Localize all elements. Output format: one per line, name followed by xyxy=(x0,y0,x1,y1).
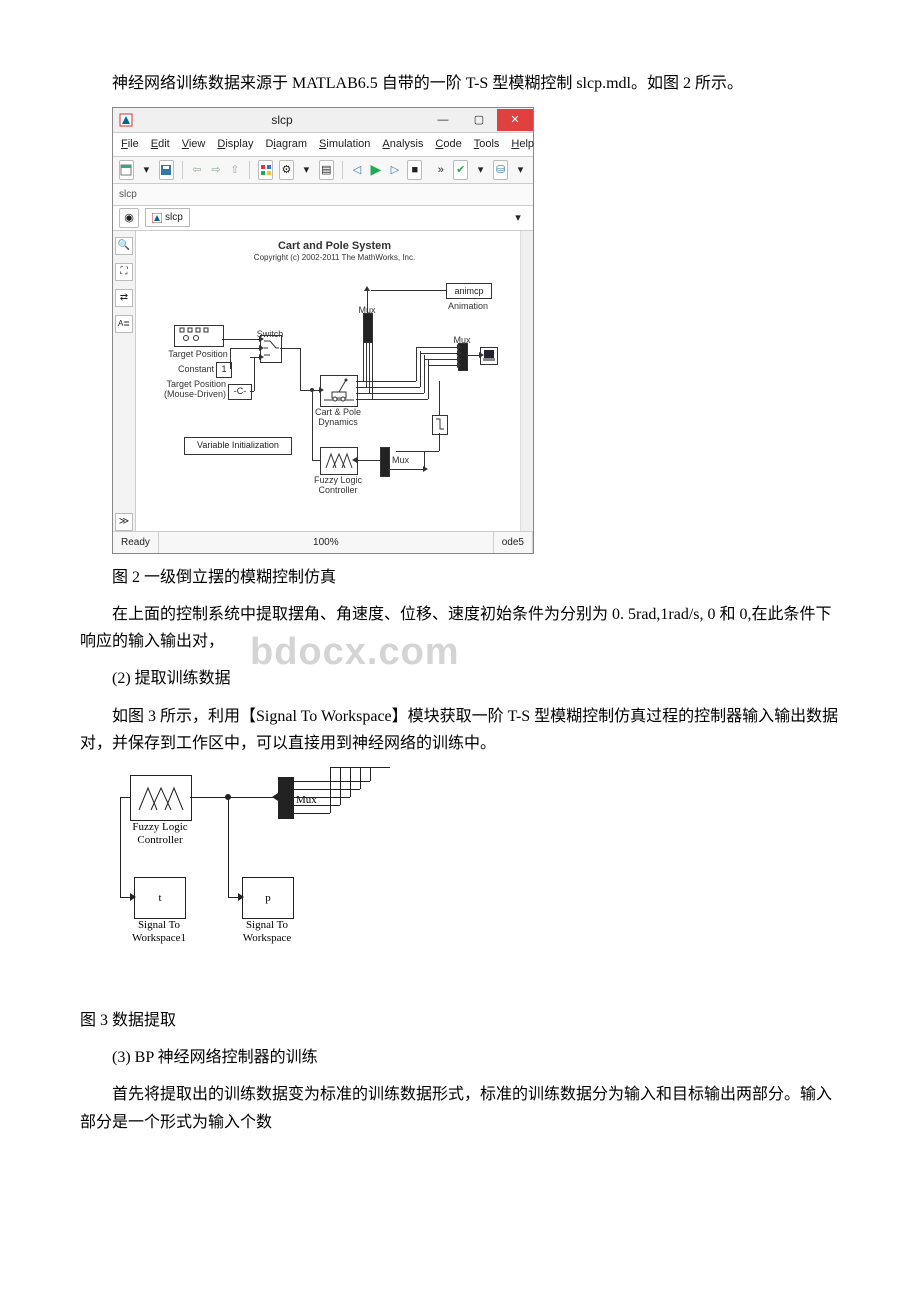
label-stw1: Signal ToWorkspace1 xyxy=(124,919,194,945)
nav-button[interactable]: ⇄ xyxy=(115,289,133,307)
expand-button[interactable]: ≫ xyxy=(115,513,133,531)
heading-2: (2) 提取训练数据 xyxy=(80,665,840,692)
paragraph-2: 在上面的控制系统中提取摆角、角速度、位移、速度初始条件为分别为 0. 5rad,… xyxy=(80,601,840,655)
step-forward-button[interactable]: ▷ xyxy=(388,161,401,179)
label-fuzzy-f3: Fuzzy LogicController xyxy=(120,821,200,847)
figure-3-caption: 图 3 数据提取 xyxy=(80,1007,840,1034)
figure-2: slcp — ▢ ✕ File Edit View Display Diagra… xyxy=(112,107,840,554)
label-switch: Switch xyxy=(252,327,288,342)
label-animation: Animation xyxy=(444,299,492,314)
menu-edit[interactable]: Edit xyxy=(151,135,170,154)
model-canvas[interactable]: Cart and Pole System Copyright (c) 2002-… xyxy=(136,231,533,531)
app-icon xyxy=(119,113,133,127)
block-mouse-pos[interactable]: -C- xyxy=(228,384,252,400)
menu-bar: File Edit View Display Diagram Simulatio… xyxy=(113,133,533,157)
path-root-button[interactable]: ◉ xyxy=(119,208,139,228)
paragraph-1: 神经网络训练数据来源于 MATLAB6.5 自带的一阶 T-S 型模糊控制 sl… xyxy=(80,70,840,97)
junction-node xyxy=(225,794,231,800)
window-title: slcp xyxy=(139,110,425,130)
breadcrumb-bar: ◉ slcp ▾ xyxy=(113,206,533,231)
figure-2-caption: 图 2 一级倒立摆的模糊控制仿真 xyxy=(80,564,840,591)
dropdown-icon[interactable]: ▾ xyxy=(514,161,527,179)
label-mux-bottom: Mux xyxy=(392,453,416,468)
block-t[interactable]: t xyxy=(134,877,186,919)
more-button[interactable]: » xyxy=(434,161,447,179)
forward-button[interactable]: ⇨ xyxy=(209,161,222,179)
window-close-button[interactable]: ✕ xyxy=(497,109,533,131)
stop-button[interactable]: ■ xyxy=(407,160,422,180)
label-constant: Constant xyxy=(170,362,214,377)
menu-code[interactable]: Code xyxy=(435,135,461,154)
fit-button[interactable]: ⛶ xyxy=(115,263,133,281)
run-button[interactable]: ▶ xyxy=(369,161,382,179)
menu-display[interactable]: Display xyxy=(217,135,253,154)
menu-help[interactable]: Help xyxy=(511,135,534,154)
menu-analysis[interactable]: Analysis xyxy=(382,135,423,154)
model-tab[interactable]: slcp xyxy=(113,184,533,206)
annotate-button[interactable]: A≣ xyxy=(115,315,133,333)
window-titlebar: slcp — ▢ ✕ xyxy=(113,108,533,133)
label-stw2: Signal ToWorkspace xyxy=(232,919,302,945)
window-minimize-button[interactable]: — xyxy=(425,109,461,131)
path-dropdown-button[interactable]: ▾ xyxy=(509,209,527,227)
block-cart-pole[interactable] xyxy=(320,375,358,407)
status-bar: Ready 100% ode5 xyxy=(113,531,533,553)
block-memory[interactable] xyxy=(432,415,448,435)
status-solver: ode5 xyxy=(494,532,533,553)
block-p[interactable]: p xyxy=(242,877,294,919)
dropdown-icon[interactable]: ▾ xyxy=(140,161,153,179)
zoom-button[interactable]: 🔍 xyxy=(115,237,133,255)
breadcrumb-item[interactable]: slcp xyxy=(145,208,190,227)
library-button[interactable] xyxy=(258,160,273,180)
menu-view[interactable]: View xyxy=(182,135,206,154)
save-button[interactable] xyxy=(159,160,174,180)
block-var-init[interactable]: Variable Initialization xyxy=(184,437,292,455)
check-button[interactable]: ✔ xyxy=(453,160,468,180)
toolbar: ▾ ⇦ ⇨ ⇧ ⚙ ▾ ▤ ◁ ▶ ▷ ■ » ✔ ▾ ⛁ ▾ xyxy=(113,157,533,184)
menu-file[interactable]: File xyxy=(121,135,139,154)
simulink-window: slcp — ▢ ✕ File Edit View Display Diagra… xyxy=(112,107,534,554)
block-animcp[interactable]: animcp xyxy=(446,283,492,299)
window-maximize-button[interactable]: ▢ xyxy=(461,109,497,131)
palette-sidebar: 🔍 ⛶ ⇄ A≣ ≫ xyxy=(113,231,136,531)
dropdown-icon[interactable]: ▾ xyxy=(474,161,487,179)
label-mouse-pos: Target Position(Mouse-Driven) xyxy=(156,379,226,399)
label-mux-right: Mux xyxy=(450,333,474,348)
status-zoom: 100% xyxy=(159,532,494,553)
paragraph-3: 如图 3 所示，利用【Signal To Workspace】模块获取一阶 T-… xyxy=(80,703,840,757)
canvas-copyright: Copyright (c) 2002-2011 The MathWorks, I… xyxy=(136,251,533,265)
menu-tools[interactable]: Tools xyxy=(474,135,500,154)
figure-3: Fuzzy LogicController Mux t Signal ToWor… xyxy=(112,767,402,977)
label-mux-f3: Mux xyxy=(296,791,330,810)
back-button[interactable]: ⇦ xyxy=(191,161,204,179)
block-target-position[interactable] xyxy=(174,325,224,347)
paragraph-4: 首先将提取出的训练数据变为标准的训练数据形式，标准的训练数据分为输入和目标输出两… xyxy=(80,1081,840,1135)
explorer-button[interactable]: ▤ xyxy=(319,160,334,180)
canvas-scrollbar[interactable] xyxy=(520,231,533,531)
label-target-position: Target Position xyxy=(160,347,236,362)
build-button[interactable]: ⛁ xyxy=(493,160,508,180)
label-cart-pole: Cart & PoleDynamics xyxy=(312,407,364,427)
up-button[interactable]: ⇧ xyxy=(228,161,241,179)
new-model-button[interactable] xyxy=(119,160,134,180)
label-fuzzy: Fuzzy LogicController xyxy=(310,475,366,495)
config-button[interactable]: ⚙ xyxy=(279,160,294,180)
status-ready: Ready xyxy=(113,532,159,553)
block-mux-bottom[interactable] xyxy=(380,447,390,477)
menu-simulation[interactable]: Simulation xyxy=(319,135,370,154)
block-fuzzy-f3[interactable] xyxy=(130,775,192,821)
dropdown-icon[interactable]: ▾ xyxy=(300,161,313,179)
step-back-button[interactable]: ◁ xyxy=(351,161,364,179)
menu-diagram[interactable]: Diagram xyxy=(265,135,307,154)
heading-3: (3) BP 神经网络控制器的训练 xyxy=(80,1044,840,1071)
